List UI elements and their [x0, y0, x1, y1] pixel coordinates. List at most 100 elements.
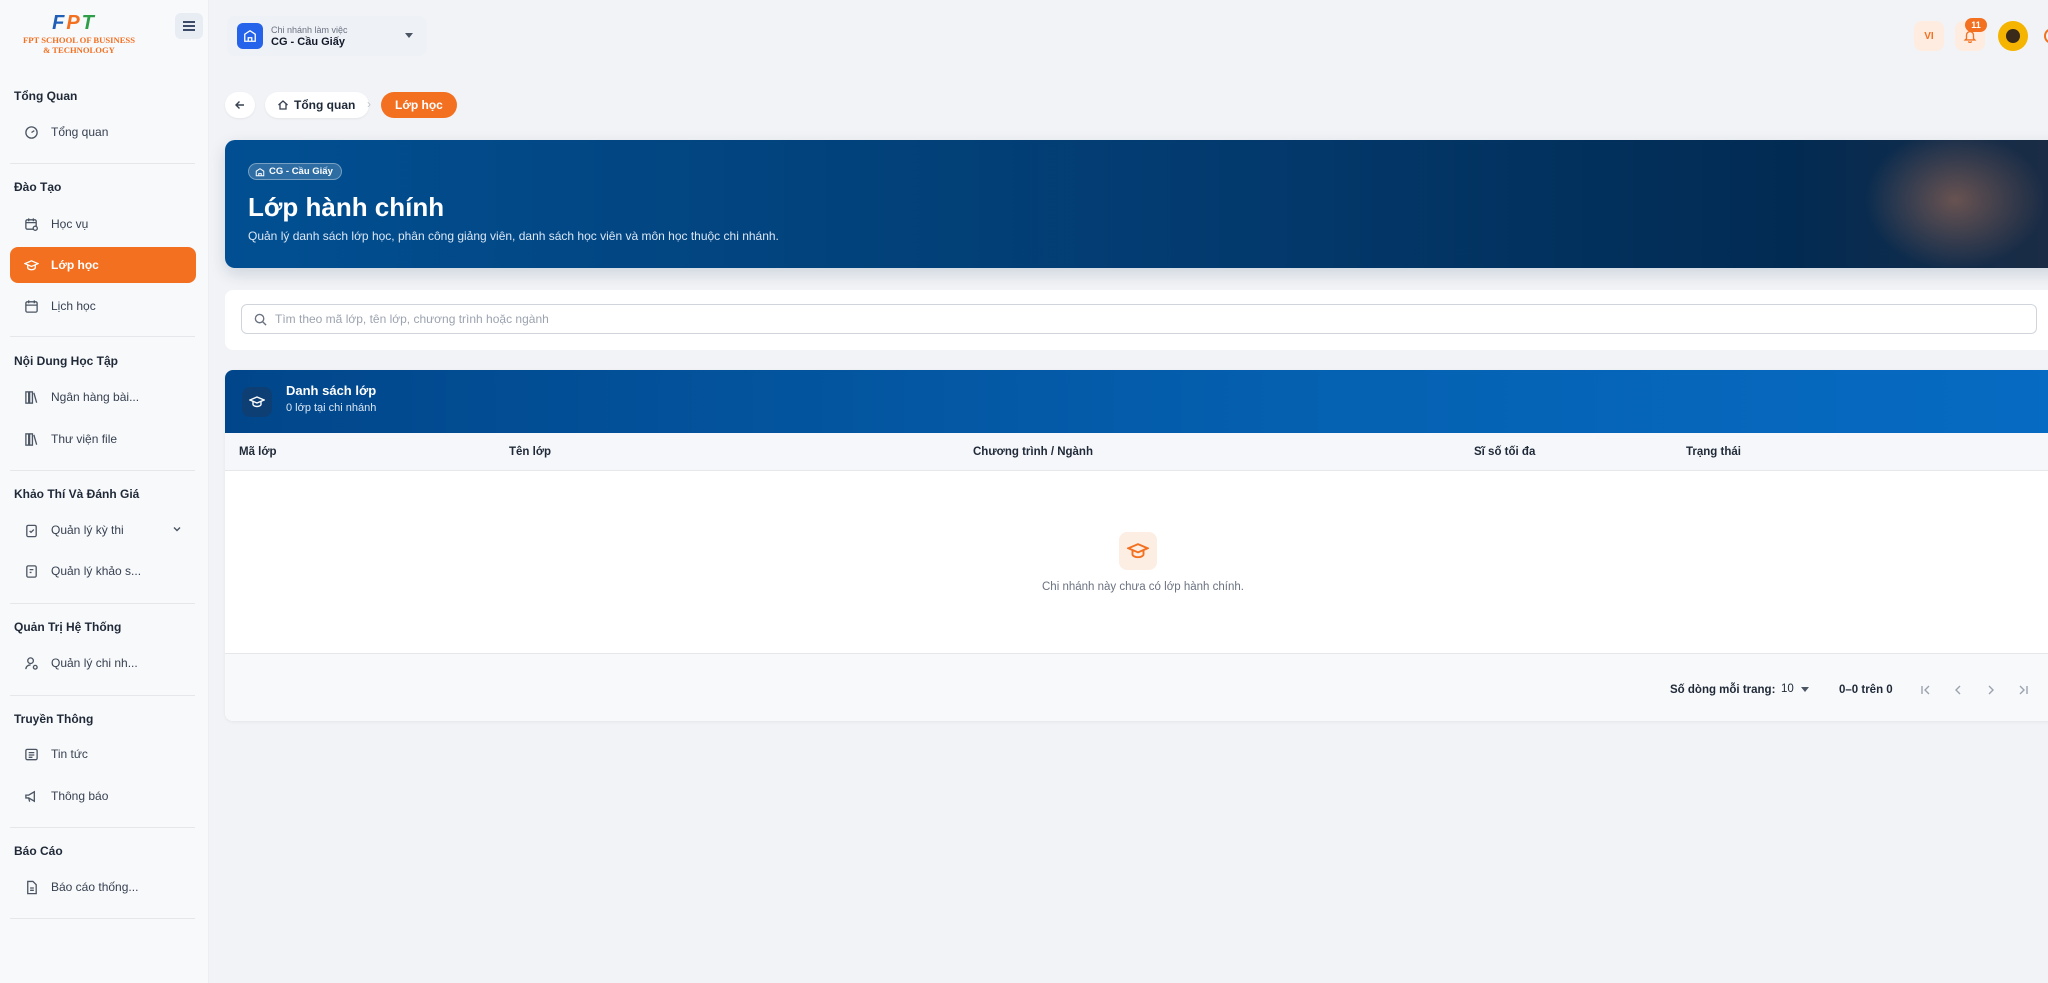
- sidebar-item-label: Thư viện file: [51, 432, 118, 446]
- column-header-status[interactable]: Trạng thái: [1686, 446, 1741, 458]
- search-card: [225, 290, 2048, 350]
- branch-label: Chi nhánh làm việc: [271, 24, 348, 35]
- first-page-button[interactable]: [1917, 681, 1935, 699]
- decorative-glow: [1865, 140, 2045, 268]
- notification-badge: 11: [1965, 18, 1987, 32]
- clipboard-check-icon: [23, 522, 39, 538]
- library-icon: [23, 389, 39, 405]
- dashboard-icon: [23, 124, 39, 140]
- chevron-right-icon: [1988, 685, 1994, 695]
- sidebar-item-file-library[interactable]: Thư viện file: [10, 421, 196, 457]
- user-avatar[interactable]: [1998, 21, 2028, 51]
- avatar-image: [2006, 29, 2020, 43]
- sidebar-item-schedule[interactable]: Lịch học: [10, 288, 196, 324]
- building-icon: [237, 23, 263, 49]
- language-button[interactable]: VI: [1914, 21, 1944, 51]
- section-title-learning-content: Nội Dung Học Tập: [14, 354, 118, 368]
- fpt-logo[interactable]: F P T FPT SCHOOL OF BUSINESS & TECHNOLOG…: [14, 10, 144, 60]
- section-title-reports: Báo Cáo: [14, 844, 63, 858]
- pagination-range: 0–0 trên 0: [1839, 684, 1893, 696]
- next-page-button[interactable]: [1982, 681, 2000, 699]
- rows-per-page-select[interactable]: 10: [1781, 683, 1809, 695]
- page-header-banner: CG - Cầu Giấy Lớp hành chính Quản lý dan…: [225, 140, 2048, 268]
- sidebar-item-label: Thông báo: [51, 789, 109, 803]
- sidebar-divider: [10, 336, 195, 337]
- list-subtitle: 0 lớp tại chi nhánh: [286, 402, 377, 414]
- rows-per-page-value: 10: [1781, 683, 1794, 695]
- list-title: Danh sách lớp: [286, 383, 377, 398]
- breadcrumb-separator: ›: [367, 97, 371, 111]
- section-title-overview: Tổng Quan: [14, 89, 78, 103]
- section-title-system-admin: Quản Trị Hệ Thống: [14, 620, 122, 634]
- branch-chip: CG - Cầu Giấy: [248, 163, 342, 180]
- graduation-cap-icon: [23, 257, 39, 273]
- page-description: Quản lý danh sách lớp học, phân công giả…: [248, 229, 779, 243]
- sidebar-item-academic-affairs[interactable]: Học vụ: [10, 206, 196, 242]
- caret-down-icon: [1800, 686, 1809, 692]
- back-button[interactable]: [225, 92, 255, 118]
- first-page-icon: [1921, 685, 1930, 695]
- arrow-left-icon: [235, 101, 244, 109]
- sidebar-item-classes[interactable]: Lớp học: [10, 247, 196, 283]
- survey-icon: [23, 563, 39, 579]
- branch-value: CG - Cầu Giấy: [271, 35, 345, 48]
- sidebar-divider: [10, 918, 195, 919]
- sidebar-item-branch-management[interactable]: Quản lý chi nh...: [10, 645, 196, 681]
- logo-subtitle-1: FPT SCHOOL OF BUSINESS: [23, 35, 135, 45]
- table-header: Mã lớp Tên lớp Chương trình / Ngành Sĩ s…: [225, 433, 2048, 471]
- chevron-down-icon[interactable]: [172, 524, 182, 534]
- newspaper-icon: [23, 746, 39, 762]
- sidebar-item-survey-management[interactable]: Quản lý khảo s...: [10, 553, 196, 589]
- search-input[interactable]: [275, 312, 1975, 326]
- sidebar-item-label: Quản lý kỳ thi: [51, 523, 124, 537]
- column-header-class-name[interactable]: Tên lớp: [509, 446, 551, 458]
- logo-letter-f: F: [52, 12, 65, 34]
- section-title-assessment: Khảo Thí Và Đánh Giá: [14, 487, 140, 501]
- sidebar-item-label: Tin tức: [51, 747, 88, 761]
- sidebar-item-exam-management[interactable]: Quản lý kỳ thi: [10, 512, 196, 548]
- column-header-class-code[interactable]: Mã lớp: [239, 446, 277, 458]
- search-icon: [254, 313, 267, 326]
- topbar: Chi nhánh làm việc CG - Cầu Giấy VI 11: [210, 0, 2048, 72]
- sidebar-item-announcements[interactable]: Thông báo: [10, 778, 196, 814]
- sidebar-item-question-bank[interactable]: Ngân hàng bài...: [10, 379, 196, 415]
- menu-toggle-button[interactable]: [175, 13, 203, 39]
- previous-page-button[interactable]: [1949, 681, 1967, 699]
- chevron-left-icon: [1955, 685, 1961, 695]
- building-icon: [255, 167, 265, 176]
- sidebar-divider: [10, 827, 195, 828]
- user-cog-icon: [23, 655, 39, 671]
- sidebar-item-label: Lịch học: [51, 299, 96, 313]
- sidebar-item-statistics-report[interactable]: Báo cáo thống...: [10, 869, 196, 905]
- breadcrumb-home[interactable]: Tổng quan: [265, 92, 370, 118]
- search-box[interactable]: [241, 304, 2037, 334]
- hamburger-icon: [183, 25, 195, 27]
- empty-state-cap-icon: [1119, 532, 1157, 570]
- home-icon: [278, 100, 288, 110]
- report-icon: [23, 879, 39, 895]
- megaphone-icon: [23, 788, 39, 804]
- logo-letter-p: P: [66, 12, 80, 34]
- sidebar-item-label: Ngân hàng bài...: [51, 390, 140, 404]
- breadcrumb-current[interactable]: Lớp học: [381, 92, 457, 118]
- sidebar-divider: [10, 603, 195, 604]
- sidebar-divider: [10, 470, 195, 471]
- sidebar-divider: [10, 695, 195, 696]
- branch-chip-label: CG - Cầu Giấy: [269, 166, 333, 177]
- sidebar-item-overview[interactable]: Tổng quan: [10, 114, 196, 150]
- settings-icon[interactable]: [2040, 24, 2048, 48]
- sidebar-item-label: Quản lý chi nh...: [51, 656, 138, 670]
- sidebar: F P T FPT SCHOOL OF BUSINESS & TECHNOLOG…: [0, 0, 209, 983]
- column-header-max-size[interactable]: Sĩ số tối đa: [1474, 446, 1535, 458]
- list-header: Danh sách lớp 0 lớp tại chi nhánh: [225, 370, 2048, 433]
- logo-subtitle-2: & TECHNOLOGY: [43, 45, 115, 55]
- table-pagination: Số dòng mỗi trang: 10 0–0 trên 0: [225, 653, 2048, 721]
- sidebar-divider: [10, 163, 195, 164]
- column-header-program[interactable]: Chương trình / Ngành: [973, 446, 1093, 458]
- graduation-cap-icon: [242, 387, 272, 417]
- empty-state-message: Chi nhánh này chưa có lớp hành chính.: [1042, 581, 1244, 593]
- last-page-button[interactable]: [2014, 681, 2032, 699]
- sidebar-item-news[interactable]: Tin tức: [10, 736, 196, 772]
- branch-selector[interactable]: Chi nhánh làm việc CG - Cầu Giấy: [227, 16, 427, 56]
- last-page-icon: [2019, 685, 2028, 695]
